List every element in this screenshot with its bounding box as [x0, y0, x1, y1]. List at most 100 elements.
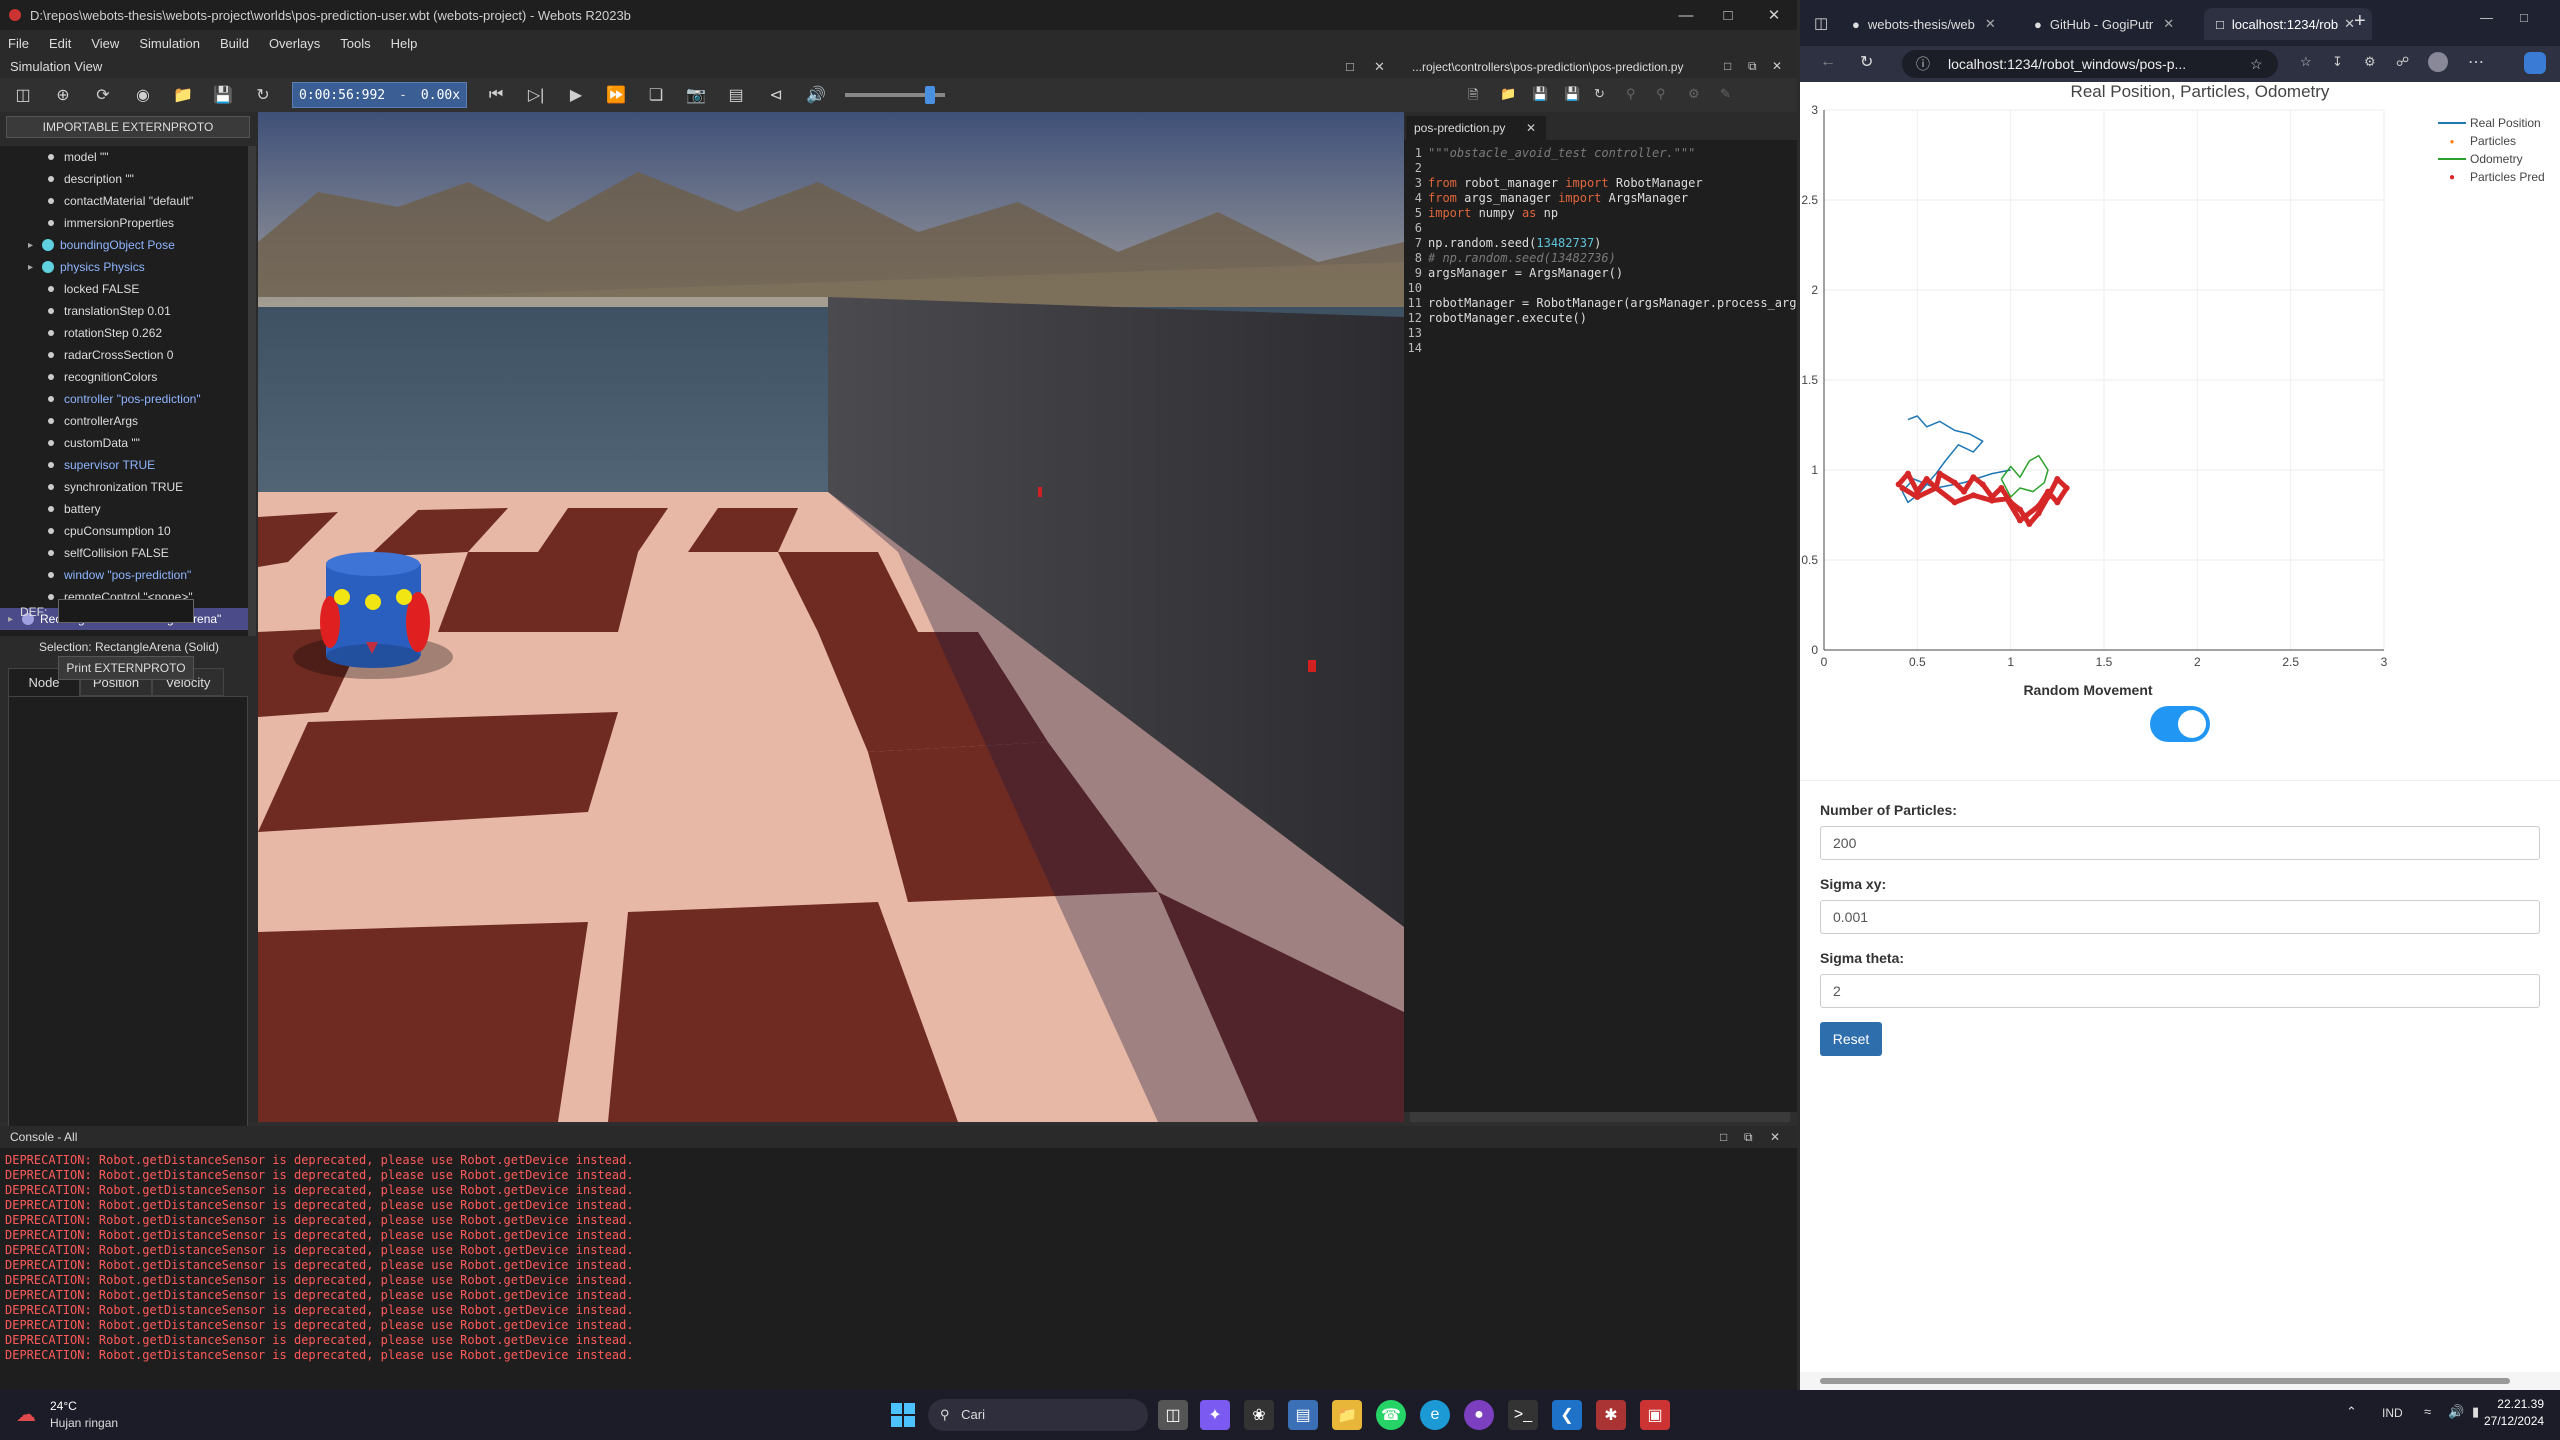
open-file-icon[interactable]: 📁 — [1500, 86, 1516, 102]
vscode-icon[interactable]: ❮ — [1552, 1400, 1582, 1430]
reload-world-icon[interactable]: ↻ — [252, 84, 274, 106]
console-close-icon[interactable]: ✕ — [1770, 1126, 1780, 1148]
scene-tree-item[interactable]: ▸ physics Physics — [0, 256, 248, 278]
photos-icon[interactable]: ▤ — [1288, 1400, 1318, 1430]
play-icon[interactable]: ▶ — [565, 84, 587, 106]
expand-arrow-icon[interactable]: ▸ — [28, 262, 33, 273]
code-line[interactable]: 4 from args_manager import ArgsManager — [1404, 191, 1797, 206]
menu-view[interactable]: View — [91, 36, 119, 51]
replace-icon[interactable]: ⚲ — [1656, 86, 1666, 102]
reset-simulation-icon[interactable]: ⏮ — [485, 84, 507, 106]
menu-help[interactable]: Help — [391, 36, 418, 51]
code-line[interactable]: 2 — [1404, 161, 1797, 176]
favorites-icon[interactable]: ☆ — [2300, 54, 2312, 70]
random-movement-toggle[interactable] — [2150, 706, 2210, 742]
github-desktop-icon[interactable]: ● — [1464, 1400, 1494, 1430]
revert-icon[interactable]: ↻ — [1594, 86, 1605, 102]
reload-icon[interactable]: ↻ — [1860, 52, 1873, 72]
scene-tree-item[interactable]: rotationStep 0.262 — [0, 322, 248, 344]
scrollbar-thumb[interactable] — [1820, 1378, 2510, 1384]
menu-edit[interactable]: Edit — [49, 36, 71, 51]
app-icon[interactable]: ▣ — [1640, 1400, 1670, 1430]
console-maximize-icon[interactable]: ⧉ — [1744, 1126, 1753, 1148]
expand-arrow-icon[interactable]: ▸ — [8, 614, 13, 625]
weather-icon[interactable]: ☁ — [16, 1402, 36, 1427]
browser-tab-1[interactable]: ● webots-thesis/web ✕ — [1840, 8, 2020, 40]
code-line[interactable]: 7 np.random.seed(13482737) — [1404, 236, 1797, 251]
sigma-theta-input[interactable]: 2 — [1820, 974, 2540, 1008]
extensions-icon[interactable]: ⚙ — [2364, 54, 2376, 70]
volume-slider[interactable] — [845, 86, 946, 104]
maximize-button[interactable]: □ — [1705, 0, 1751, 30]
3d-scene[interactable] — [258, 112, 1404, 1122]
close-view-icon[interactable]: ✕ — [1374, 56, 1385, 78]
menu-build[interactable]: Build — [220, 36, 249, 51]
step-icon[interactable]: ▷| — [525, 84, 547, 106]
reset-button[interactable]: Reset — [1820, 1022, 1882, 1056]
menu-tools[interactable]: Tools — [340, 36, 370, 51]
browser-maximize-icon[interactable]: □ — [2520, 10, 2528, 25]
favorite-star-icon[interactable]: ☆ — [2250, 50, 2263, 78]
volume-icon[interactable]: 🔊 — [805, 84, 827, 106]
scene-tree-item[interactable]: ▸ boundingObject Pose — [0, 234, 248, 256]
code-line[interactable]: 13 — [1404, 326, 1797, 341]
profile-avatar[interactable] — [2428, 52, 2448, 72]
editor-undock-icon[interactable]: □ — [1724, 59, 1731, 73]
copilot-app-icon[interactable]: ✦ — [1200, 1400, 1230, 1430]
close-button[interactable]: ✕ — [1751, 0, 1797, 30]
browser-tab-3[interactable]: □ localhost:1234/rob ✕ — [2204, 8, 2372, 40]
scene-tree-item[interactable]: controller "pos-prediction" — [0, 388, 248, 410]
site-info-icon[interactable]: ⓘ — [1916, 50, 1930, 78]
tab-close-icon[interactable]: ✕ — [1985, 16, 1996, 32]
editor-tab-close-icon[interactable]: ✕ — [1526, 116, 1536, 140]
scene-tree-item[interactable]: customData "" — [0, 432, 248, 454]
scene-tree-item[interactable]: recognitionColors — [0, 366, 248, 388]
importable-externproto-button[interactable]: IMPORTABLE EXTERNPROTO — [6, 116, 250, 138]
editor-horizontal-scrollbar[interactable] — [1410, 1112, 1790, 1122]
3d-view[interactable] — [258, 112, 1404, 1122]
editor-tab-pos-prediction[interactable]: pos-prediction.py ✕ — [1406, 116, 1546, 140]
num-particles-input[interactable]: 200 — [1820, 826, 2540, 860]
scene-tree-item[interactable]: synchronization TRUE — [0, 476, 248, 498]
tab-actions-icon[interactable]: ◫ — [1814, 14, 1828, 32]
scene-tree-item[interactable]: supervisor TRUE — [0, 454, 248, 476]
code-line[interactable]: 3 from robot_manager import RobotManager — [1404, 176, 1797, 191]
menu-overlays[interactable]: Overlays — [269, 36, 320, 51]
page-horizontal-scrollbar[interactable] — [1800, 1372, 2560, 1390]
scene-tree-item[interactable]: translationStep 0.01 — [0, 300, 248, 322]
task-view-icon[interactable]: ◫ — [1158, 1400, 1188, 1430]
browser-tab-2[interactable]: ● GitHub - GogiPutr ✕ — [2022, 8, 2202, 40]
scene-tree-item[interactable]: cpuConsumption 10 — [0, 520, 248, 542]
console-output[interactable]: DEPRECATION: Robot.getDistanceSensor is … — [0, 1148, 1797, 1390]
save-file-icon[interactable]: 💾 — [1532, 86, 1548, 102]
battery-icon[interactable]: ▮ — [2472, 1404, 2479, 1420]
build-icon[interactable]: ⚙ — [1688, 86, 1700, 102]
code-line[interactable]: 14 — [1404, 341, 1797, 356]
start-icon[interactable] — [888, 1400, 918, 1430]
new-file-icon[interactable]: 🗎 — [1468, 86, 1478, 108]
save-as-icon[interactable]: 💾 — [1564, 86, 1580, 102]
clock-time[interactable]: 22.21.39 — [2494, 1397, 2544, 1411]
edge-icon[interactable]: e — [1420, 1400, 1450, 1430]
add-node-icon[interactable]: ⊕ — [52, 84, 74, 106]
save-world-icon[interactable]: 💾 — [212, 84, 234, 106]
scene-tree-item[interactable]: controllerArgs — [0, 410, 248, 432]
downloads-icon[interactable]: ↧ — [2332, 54, 2343, 70]
code-editor[interactable]: 1 """obstacle_avoid_test controller.""" 2 3… — [1404, 140, 1797, 1112]
code-line[interactable]: 5 import numpy as np — [1404, 206, 1797, 221]
legend-real-position[interactable]: Real Position — [2438, 116, 2541, 130]
clock-date[interactable]: 27/12/2024 — [2484, 1414, 2544, 1428]
scene-tree-item[interactable]: radarCrossSection 0 — [0, 344, 248, 366]
whatsapp-icon[interactable]: ☎ — [1376, 1400, 1406, 1430]
view-icon[interactable]: ◉ — [132, 84, 154, 106]
menu-file[interactable]: File — [8, 36, 29, 51]
more-menu-icon[interactable]: ⋯ — [2468, 52, 2484, 72]
def-input[interactable] — [58, 599, 194, 623]
open-world-icon[interactable]: 📁 — [172, 84, 194, 106]
console-undock-icon[interactable]: □ — [1720, 1126, 1727, 1148]
print-externproto-button[interactable]: Print EXTERNPROTO — [58, 656, 194, 680]
expand-arrow-icon[interactable]: ▸ — [28, 240, 33, 251]
clean-icon[interactable]: ✎ — [1720, 86, 1731, 102]
code-line[interactable]: 10 — [1404, 281, 1797, 296]
reset-view-icon[interactable]: ⟳ — [92, 84, 114, 106]
